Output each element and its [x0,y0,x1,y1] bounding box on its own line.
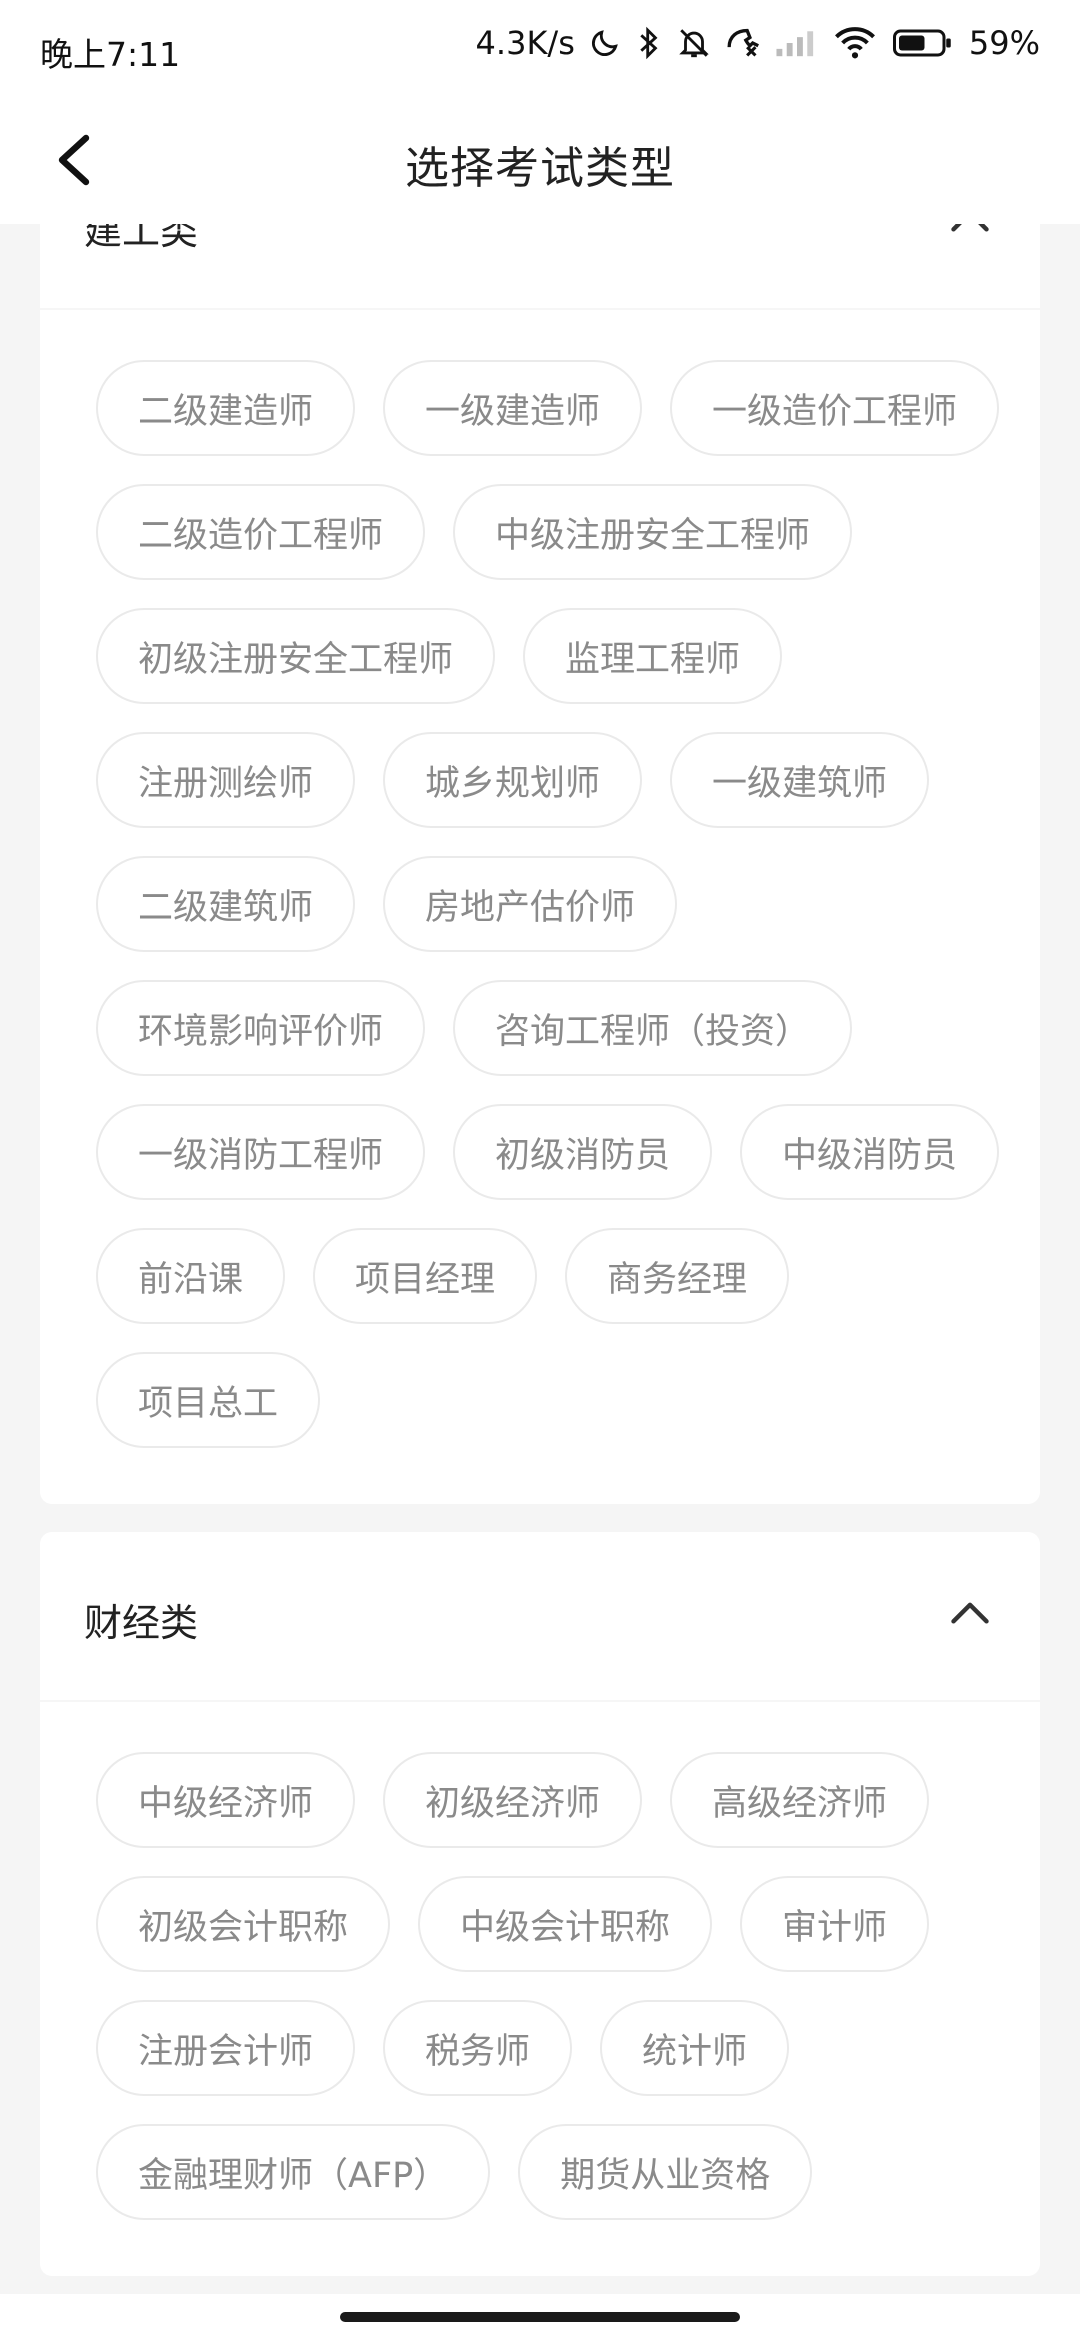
exam-tag[interactable]: 统计师 [600,2000,790,2096]
bluetooth-icon [640,26,658,60]
exam-tag[interactable]: 二级造价工程师 [96,484,426,580]
exam-tag[interactable]: 期货从业资格 [518,2124,813,2220]
status-time: 晚上7:11 [40,35,181,74]
exam-tag[interactable]: 咨询工程师（投资） [453,980,853,1076]
status-bar: 晚上7:11 4.3K/s 59% [0,0,1080,96]
battery-percent: 59% [968,24,1040,62]
navigation-gesture-area [0,2294,1080,2340]
exam-tag[interactable]: 初级消防员 [453,1104,713,1200]
exam-tag[interactable]: 一级造价工程师 [670,360,1000,456]
phone-icon [727,28,759,57]
exam-tag[interactable]: 初级会计职称 [96,1876,391,1972]
exam-tag[interactable]: 注册会计师 [96,2000,356,2096]
moon-icon [591,30,618,57]
exam-tag[interactable]: 商务经理 [565,1228,790,1324]
exam-tag[interactable]: 监理工程师 [523,608,783,704]
tag-grid: 二级建造师 一级建造师 一级造价工程师二级造价工程师 中级注册安全工程师初级注册安全工… [40,310,1040,1504]
exam-tag[interactable]: 项目总工 [96,1352,321,1448]
network-speed: 4.3K/s [475,24,575,62]
exam-tag[interactable]: 中级消防员 [740,1104,1000,1200]
exam-type-list-inner: 建工类 二级建造师 一级建造师 一级造价工程师二级造价工程师 中级注册安全工程师初级注… [40,224,1040,2294]
bell-off-icon [679,29,709,58]
section-header[interactable]: 财经类 [40,1532,1040,1702]
exam-tag[interactable]: 中级注册安全工程师 [453,484,853,580]
exam-tag[interactable]: 二级建造师 [96,360,356,456]
battery-icon [892,29,951,57]
section-header[interactable]: 建工类 [40,224,1040,310]
exam-tag[interactable]: 初级注册安全工程师 [96,608,496,704]
section-title: 财经类 [84,1601,199,1645]
tag-grid: 中级经济师 初级经济师 高级经济师初级会计职称 中级会计职称 审计师注册会计师 税务师 统计… [40,1702,1040,2276]
exam-tag[interactable]: 项目经理 [313,1228,538,1324]
exam-tag[interactable]: 注册测绘师 [96,732,356,828]
chevron-up-icon[interactable] [948,1592,992,1636]
exam-tag[interactable]: 二级建筑师 [96,856,356,952]
wifi-icon [834,27,875,59]
exam-tag[interactable]: 前沿课 [96,1228,286,1324]
page-title: 选择考试类型 [405,143,675,194]
exam-tag[interactable]: 中级经济师 [96,1752,356,1848]
status-icons: 4.3K/s 59% [476,24,1040,62]
exam-tag[interactable]: 审计师 [740,1876,930,1972]
exam-tag[interactable]: 环境影响评价师 [96,980,426,1076]
exam-tag[interactable]: 城乡规划师 [383,732,643,828]
chevron-up-icon[interactable] [948,224,992,244]
exam-tag[interactable]: 房地产估价师 [383,856,678,952]
nav-bar: 选择考试类型 [0,96,1080,224]
exam-tag[interactable]: 税务师 [383,2000,573,2096]
section-title: 建工类 [84,224,199,253]
signal-icon [776,31,814,57]
exam-tag[interactable]: 初级经济师 [383,1752,643,1848]
exam-tag[interactable]: 高级经济师 [670,1752,930,1848]
exam-tag[interactable]: 一级消防工程师 [96,1104,426,1200]
exam-type-list[interactable]: 建工类 二级建造师 一级建造师 一级造价工程师二级造价工程师 中级注册安全工程师初级注… [0,224,1080,2294]
exam-tag[interactable]: 一级建筑师 [670,732,930,828]
section-card: 建工类 二级建造师 一级建造师 一级造价工程师二级造价工程师 中级注册安全工程师初级注… [40,224,1040,1504]
exam-tag[interactable]: 中级会计职称 [418,1876,713,1972]
exam-tag[interactable]: 金融理财师（AFP） [96,2124,491,2220]
gesture-bar[interactable] [340,2312,740,2322]
exam-tag[interactable]: 一级建造师 [383,360,643,456]
section-card: 财经类 中级经济师 初级经济师 高级经济师初级会计职称 中级会计职称 审计师注册会计师税… [40,1532,1040,2276]
